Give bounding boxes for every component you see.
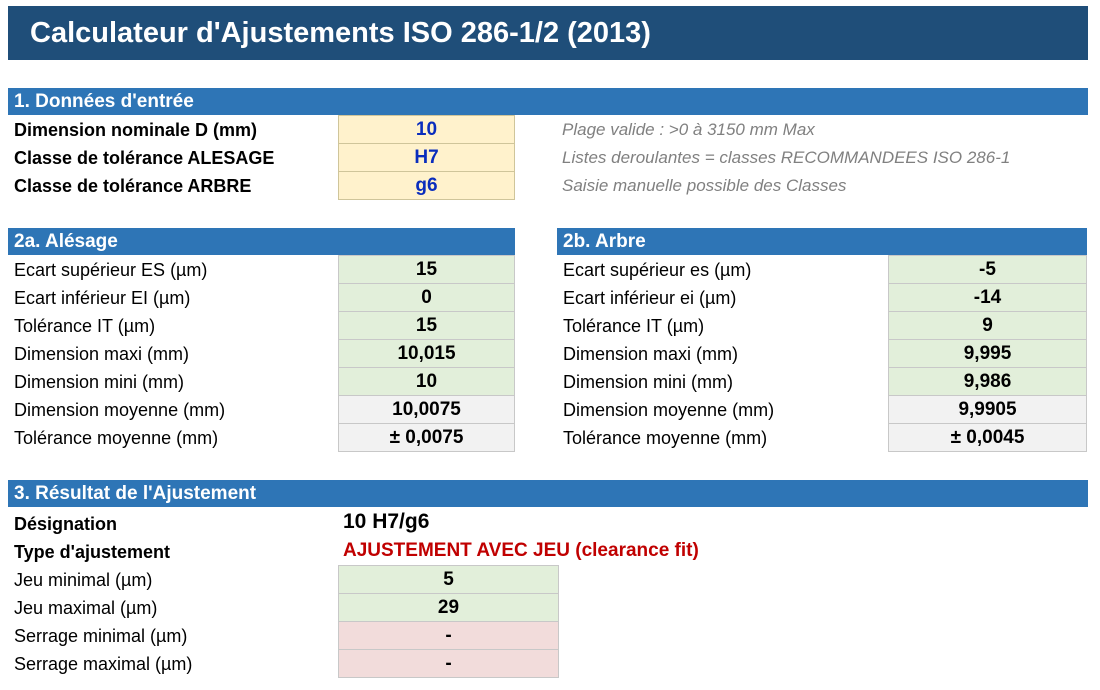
hole-max-dimension-value: 10,015 [338, 339, 515, 368]
shaft-mean-tolerance-label: Tolérance moyenne (mm) [563, 427, 768, 448]
hole-min-dimension-label: Dimension mini (mm) [14, 371, 185, 392]
hole-tolerance-value: 15 [338, 311, 515, 340]
hole-class-label: Classe de tolérance ALESAGE [14, 147, 275, 168]
shaft-min-dimension-label: Dimension mini (mm) [563, 371, 734, 392]
nominal-dimension-input[interactable]: 10 [338, 115, 515, 144]
max-clearance-value: 29 [338, 593, 559, 622]
shaft-mean-dimension-label: Dimension moyenne (mm) [563, 399, 775, 420]
min-clearance-value: 5 [338, 565, 559, 594]
shaft-class-label: Classe de tolérance ARBRE [14, 175, 252, 196]
section-inputs-header: 1. Données d'entrée [8, 88, 1088, 115]
hole-mean-tolerance-label: Tolérance moyenne (mm) [14, 427, 219, 448]
section-hole-header: 2a. Alésage [8, 228, 515, 255]
designation-value: 10 H7/g6 [343, 510, 430, 533]
min-interference-label: Serrage minimal (µm) [14, 625, 188, 646]
shaft-mean-tolerance-value: ± 0,0045 [888, 423, 1087, 452]
shaft-lower-deviation-label: Ecart inférieur ei (µm) [563, 287, 737, 308]
shaft-class-note: Saisie manuelle possible des Classes [562, 176, 847, 195]
hole-mean-dimension-value: 10,0075 [338, 395, 515, 424]
min-interference-value: - [338, 621, 559, 650]
hole-tolerance-label: Tolérance IT (µm) [14, 315, 156, 336]
shaft-tolerance-label: Tolérance IT (µm) [563, 315, 705, 336]
shaft-upper-deviation-value: -5 [888, 255, 1087, 284]
shaft-upper-deviation-label: Ecart supérieur es (µm) [563, 259, 752, 280]
max-interference-label: Serrage maximal (µm) [14, 653, 193, 674]
hole-upper-deviation-label: Ecart supérieur ES (µm) [14, 259, 208, 280]
section-result-header: 3. Résultat de l'Ajustement [8, 480, 1088, 507]
shaft-mean-dimension-value: 9,9905 [888, 395, 1087, 424]
hole-lower-deviation-label: Ecart inférieur EI (µm) [14, 287, 191, 308]
fit-type-label: Type d'ajustement [14, 541, 170, 562]
min-clearance-label: Jeu minimal (µm) [14, 569, 153, 590]
shaft-tolerance-value: 9 [888, 311, 1087, 340]
hole-max-dimension-label: Dimension maxi (mm) [14, 343, 190, 364]
hole-min-dimension-value: 10 [338, 367, 515, 396]
hole-upper-deviation-value: 15 [338, 255, 515, 284]
max-clearance-label: Jeu maximal (µm) [14, 597, 158, 618]
hole-lower-deviation-value: 0 [338, 283, 515, 312]
fit-type-value: AJUSTEMENT AVEC JEU (clearance fit) [343, 540, 699, 561]
designation-label: Désignation [14, 513, 118, 534]
section-shaft-header: 2b. Arbre [557, 228, 1087, 255]
nominal-dimension-label: Dimension nominale D (mm) [14, 119, 258, 140]
page-title: Calculateur d'Ajustements ISO 286-1/2 (2… [8, 6, 1088, 60]
hole-class-select[interactable]: H7 [338, 143, 515, 172]
shaft-max-dimension-value: 9,995 [888, 339, 1087, 368]
shaft-min-dimension-value: 9,986 [888, 367, 1087, 396]
nominal-dimension-note: Plage valide : >0 à 3150 mm Max [562, 120, 815, 139]
shaft-lower-deviation-value: -14 [888, 283, 1087, 312]
hole-mean-dimension-label: Dimension moyenne (mm) [14, 399, 226, 420]
shaft-class-select[interactable]: g6 [338, 171, 515, 200]
max-interference-value: - [338, 649, 559, 678]
hole-class-note: Listes deroulantes = classes RECOMMANDEE… [562, 148, 1011, 167]
shaft-max-dimension-label: Dimension maxi (mm) [563, 343, 739, 364]
hole-mean-tolerance-value: ± 0,0075 [338, 423, 515, 452]
